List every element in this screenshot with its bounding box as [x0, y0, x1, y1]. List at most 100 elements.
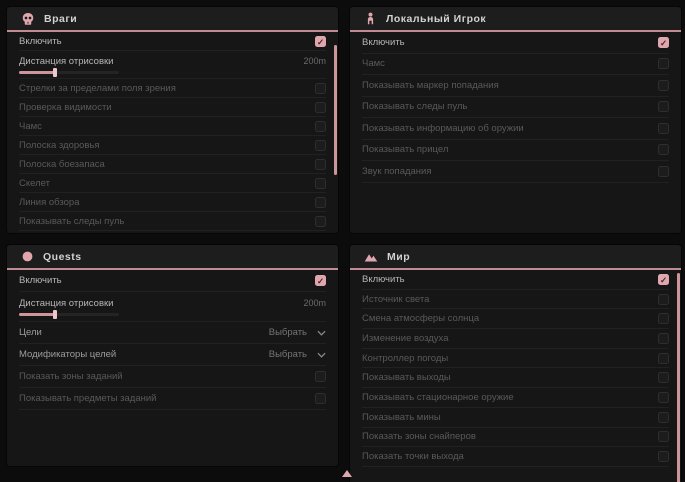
checkbox[interactable] — [658, 123, 669, 134]
toggle-row[interactable]: Проверка видимости — [19, 98, 326, 117]
toggle-row[interactable]: Источник света — [362, 290, 669, 310]
checkbox[interactable] — [658, 313, 669, 324]
scrollbar[interactable] — [677, 273, 680, 482]
checkbox[interactable] — [658, 101, 669, 112]
slider-thumb[interactable] — [53, 310, 57, 319]
setting-label: Показывать предметы заданий — [19, 393, 156, 404]
toggle-row[interactable]: Включить ✓ — [19, 270, 326, 292]
toggle-row[interactable]: Включить✓ — [19, 32, 326, 51]
slider-value: 200m — [303, 56, 326, 66]
setting-label: Скелет — [19, 178, 50, 189]
panel-quests-header[interactable]: Quests — [7, 245, 338, 270]
select-row[interactable]: ЦелиВыбрать — [19, 322, 326, 344]
setting-label: Показывать выходы — [362, 372, 451, 383]
slider-value: 200m — [303, 298, 326, 308]
setting-label: Источник света — [362, 294, 429, 305]
checkbox[interactable] — [658, 294, 669, 305]
toggle-row[interactable]: Показывать прицел — [362, 140, 669, 162]
select-row[interactable]: Модификаторы целей Выбрать — [19, 344, 326, 366]
toggle-row[interactable]: Показывать информацию об оружии — [362, 118, 669, 140]
toggle-row[interactable]: Показывать следы пуль — [362, 97, 669, 119]
setting-label: Смена атмосферы солнца — [362, 313, 479, 324]
checkbox[interactable] — [315, 102, 326, 113]
checkbox[interactable] — [658, 58, 669, 69]
toggle-row[interactable]: Чамс — [19, 117, 326, 136]
toggle-row[interactable]: Чамс — [362, 54, 669, 76]
toggle-row[interactable]: Смена атмосферы солнца — [362, 309, 669, 329]
checkbox[interactable] — [315, 121, 326, 132]
checkbox[interactable] — [658, 353, 669, 364]
setting-label: Линия обзора — [19, 197, 80, 208]
panel-local-player-header[interactable]: Локальный Игрок — [350, 7, 681, 32]
toggle-row[interactable]: Контроллер погоды — [362, 349, 669, 369]
toggle-row[interactable]: Звук попадания — [362, 161, 669, 183]
toggle-row[interactable]: Показывать маркер попадания — [362, 75, 669, 97]
scrollbar[interactable] — [334, 45, 337, 175]
toggle-row[interactable]: Включить ✓ — [362, 270, 669, 290]
checkbox[interactable]: ✓ — [658, 274, 669, 285]
checkbox[interactable]: ✓ — [658, 37, 669, 48]
toggle-row[interactable]: Показать зоны заданий — [19, 366, 326, 388]
checkbox[interactable] — [315, 159, 326, 170]
setting-label: Чамс — [19, 121, 42, 132]
circle-icon — [21, 250, 34, 263]
checkbox[interactable] — [658, 392, 669, 403]
setting-label: Включить — [19, 275, 62, 286]
cursor-pointer-icon — [342, 470, 352, 477]
dropdown-value: Выбрать — [269, 327, 307, 338]
checkbox[interactable] — [315, 83, 326, 94]
panel-world: Мир Включить ✓ Источник света Смена атмосфе… — [350, 245, 681, 482]
checkbox[interactable] — [658, 80, 669, 91]
toggle-row[interactable]: Показывать выходы — [362, 368, 669, 388]
toggle-row[interactable]: Показывать предметы заданий — [19, 388, 326, 410]
toggle-row[interactable]: Линия обзора — [19, 193, 326, 212]
checkbox[interactable] — [658, 144, 669, 155]
toggle-row[interactable]: Показывать следы пуль — [19, 212, 326, 231]
render-distance-slider[interactable] — [19, 313, 119, 316]
checkbox[interactable] — [315, 140, 326, 151]
mountain-icon — [364, 250, 378, 264]
checkbox[interactable]: ✓ — [315, 36, 326, 47]
toggle-row[interactable]: Включить✓ — [362, 32, 669, 54]
checkbox[interactable] — [315, 197, 326, 208]
toggle-row[interactable]: Показать зоны снайперов — [362, 428, 669, 448]
checkbox[interactable] — [658, 372, 669, 383]
dropdown[interactable]: Выбрать — [269, 349, 326, 360]
panel-title: Quests — [43, 251, 82, 263]
toggle-row[interactable]: Показывать стационарное оружие — [362, 388, 669, 408]
toggle-row[interactable]: Полоска боезапаса — [19, 155, 326, 174]
setting-label: Контроллер погоды — [362, 353, 448, 364]
toggle-row[interactable]: Показывать мины — [362, 408, 669, 428]
checkbox[interactable] — [658, 333, 669, 344]
toggle-row[interactable]: Показать точки выхода — [362, 447, 669, 467]
checkbox[interactable] — [315, 393, 326, 404]
toggle-row[interactable]: Полоска здоровья — [19, 136, 326, 155]
setting-label: Показать зоны заданий — [19, 371, 123, 382]
setting-label: Модификаторы целей — [19, 349, 116, 360]
checkbox[interactable] — [658, 431, 669, 442]
checkbox[interactable]: ✓ — [315, 275, 326, 286]
skull-icon — [21, 12, 35, 26]
panel-enemies: Враги Включить✓Дистанция отрисовки200mСт… — [7, 7, 338, 233]
setting-label: Звук попадания — [362, 166, 432, 177]
dropdown[interactable]: Выбрать — [269, 327, 326, 338]
panel-enemies-header[interactable]: Враги — [7, 7, 338, 32]
slider-row[interactable]: Дистанция отрисовки200m — [19, 51, 326, 79]
checkbox[interactable] — [658, 412, 669, 423]
checkbox[interactable] — [315, 178, 326, 189]
slider-row[interactable]: Дистанция отрисовки200m — [19, 292, 326, 322]
toggle-row[interactable]: Изменение воздуха — [362, 329, 669, 349]
setting-label: Показывать следы пуль — [362, 101, 467, 112]
checkbox[interactable] — [315, 216, 326, 227]
panel-local-player: Локальный Игрок Включить✓ЧамсПоказывать … — [350, 7, 681, 233]
toggle-row[interactable]: Стрелки за пределами поля зрения — [19, 79, 326, 98]
panel-world-header[interactable]: Мир — [350, 245, 681, 270]
checkbox[interactable] — [658, 166, 669, 177]
slider-thumb[interactable] — [53, 68, 57, 77]
checkbox[interactable] — [658, 451, 669, 462]
render-distance-slider[interactable] — [19, 71, 119, 74]
chevron-down-icon — [317, 330, 326, 336]
checkbox[interactable] — [315, 371, 326, 382]
setting-label: Включить — [362, 274, 405, 285]
toggle-row[interactable]: Скелет — [19, 174, 326, 193]
